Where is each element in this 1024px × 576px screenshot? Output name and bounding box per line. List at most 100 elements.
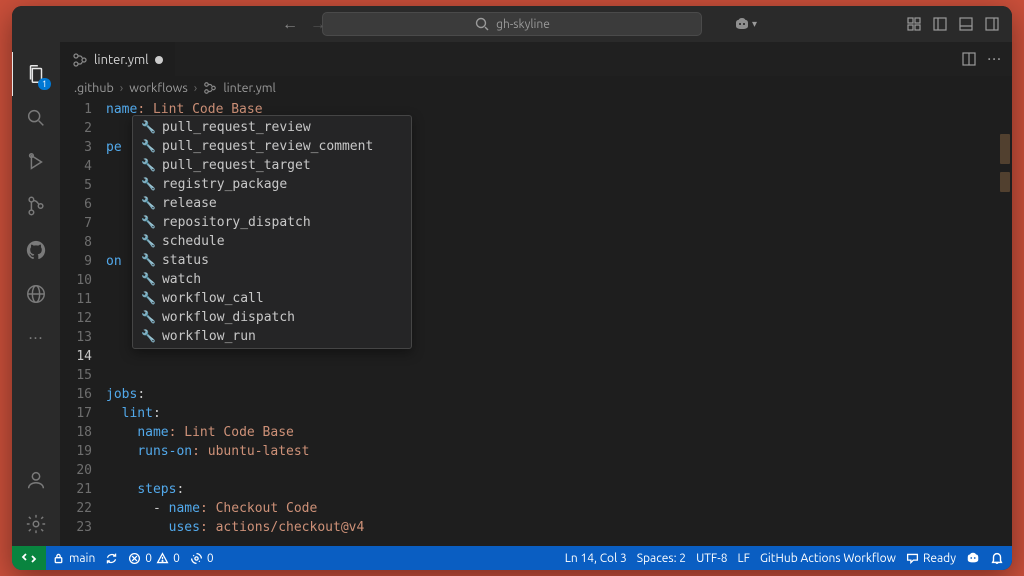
wrench-icon: 🔧 [141, 194, 156, 213]
suggest-item[interactable]: 🔧 workflow_dispatch [133, 308, 411, 327]
suggest-item[interactable]: 🔧 release [133, 194, 411, 213]
encoding-indicator[interactable]: UTF-8 [696, 552, 727, 565]
code-lines[interactable]: name: Lint Code Base pe on jobs: lint: n… [106, 100, 1012, 546]
titlebar: ← → gh-skyline ▾ [12, 6, 1012, 42]
tab-bar: linter.yml ··· [60, 42, 1012, 76]
suggest-label: workflow_run [162, 327, 256, 346]
branch-indicator[interactable]: main [52, 552, 95, 565]
eol-indicator[interactable]: LF [738, 552, 750, 565]
yaml-file-icon [72, 52, 88, 68]
run-debug-icon[interactable] [12, 140, 60, 184]
wrench-icon: 🔧 [141, 327, 156, 346]
nav-back-icon[interactable]: ← [282, 15, 298, 34]
line-gutter: 1234567891011121314151617181920212223 [60, 100, 106, 546]
yaml-file-icon [203, 81, 217, 95]
vscode-window: ← → gh-skyline ▾ 1 [12, 6, 1012, 570]
suggest-label: schedule [162, 232, 225, 251]
sync-indicator[interactable] [105, 552, 118, 565]
search-icon [474, 16, 490, 32]
breadcrumb[interactable]: .github › workflows › linter.yml [60, 76, 1012, 100]
editor-area: linter.yml ··· .github › workflows › lin… [60, 42, 1012, 546]
suggest-item[interactable]: 🔧 status [133, 251, 411, 270]
explorer-badge: 1 [38, 78, 51, 90]
wrench-icon: 🔧 [141, 308, 156, 327]
wrench-icon: 🔧 [141, 232, 156, 251]
ports-icon [190, 552, 203, 565]
suggest-item[interactable]: 🔧 schedule [133, 232, 411, 251]
wrench-icon: 🔧 [141, 289, 156, 308]
cursor-position[interactable]: Ln 14, Col 3 [565, 552, 627, 565]
layout-controls [906, 16, 1000, 32]
suggest-item[interactable]: 🔧 watch [133, 270, 411, 289]
language-mode[interactable]: GitHub Actions Workflow [760, 552, 896, 565]
suggest-label: pull_request_target [162, 156, 311, 175]
copilot-status[interactable]: Ready [906, 552, 956, 565]
chevron-right-icon: › [120, 81, 124, 95]
lock-icon [52, 552, 65, 565]
dirty-indicator-icon [155, 56, 163, 64]
search-icon[interactable] [12, 96, 60, 140]
explorer-icon[interactable]: 1 [12, 52, 59, 96]
activity-bar: 1 ··· [12, 42, 60, 546]
minimap[interactable] [998, 100, 1012, 546]
breadcrumb-part[interactable]: linter.yml [223, 81, 276, 95]
suggest-label: repository_dispatch [162, 213, 311, 232]
settings-gear-icon[interactable] [12, 502, 60, 546]
toggle-primary-sidebar-icon[interactable] [932, 16, 948, 32]
suggest-item[interactable]: 🔧 workflow_run [133, 327, 411, 346]
intellisense-suggest-widget[interactable]: 🔧pull_request_review🔧pull_request_review… [132, 115, 412, 349]
remote-icon [21, 550, 37, 566]
suggest-item[interactable]: 🔧pull_request_review [133, 118, 411, 137]
nav-arrows: ← → [282, 15, 326, 34]
ports-indicator[interactable]: 0 [190, 552, 214, 565]
bell-icon [990, 551, 1004, 565]
accounts-icon[interactable] [12, 458, 60, 502]
copilot-menu[interactable]: ▾ [734, 16, 757, 32]
copilot-status-icon[interactable] [966, 551, 980, 565]
suggest-label: workflow_call [162, 289, 264, 308]
suggest-label: release [162, 194, 217, 213]
suggest-label: watch [162, 270, 201, 289]
status-bar: main 0 0 0 Ln 14, Col 3 Spaces: 2 UTF-8 … [12, 546, 1012, 570]
notifications-icon[interactable] [990, 551, 1004, 565]
chevron-right-icon: › [194, 81, 198, 95]
wrench-icon: 🔧 [141, 118, 156, 137]
split-editor-icon[interactable] [961, 51, 977, 67]
nav-forward-icon[interactable]: → [310, 15, 326, 34]
main-area: 1 ··· [12, 42, 1012, 546]
toggle-secondary-sidebar-icon[interactable] [984, 16, 1000, 32]
suggest-label: status [162, 251, 209, 270]
layout-customize-icon[interactable] [906, 16, 922, 32]
problems-indicator[interactable]: 0 0 [128, 552, 180, 565]
suggest-item[interactable]: 🔧 workflow_call [133, 289, 411, 308]
breadcrumb-part[interactable]: workflows [129, 81, 188, 95]
more-icon[interactable]: ··· [12, 316, 60, 360]
remote-explorer-icon[interactable] [12, 272, 60, 316]
sync-icon [105, 552, 118, 565]
suggest-item[interactable]: 🔧 repository_dispatch [133, 213, 411, 232]
indentation-indicator[interactable]: Spaces: 2 [637, 552, 686, 565]
wrench-icon: 🔧 [141, 156, 156, 175]
tab-more-icon[interactable]: ··· [987, 50, 1002, 68]
github-icon[interactable] [12, 228, 60, 272]
suggest-item[interactable]: 🔧 pull_request_target [133, 156, 411, 175]
suggest-label: pull_request_review_comment [162, 137, 373, 156]
breadcrumb-part[interactable]: .github [74, 81, 114, 95]
wrench-icon: 🔧 [141, 251, 156, 270]
tab-label: linter.yml [94, 53, 149, 67]
wrench-icon: 🔧 [141, 270, 156, 289]
source-control-icon[interactable] [12, 184, 60, 228]
suggest-item[interactable]: 🔧registry_package [133, 175, 411, 194]
tab-linter-yml[interactable]: linter.yml [60, 42, 175, 76]
warning-icon [156, 552, 169, 565]
error-icon [128, 552, 141, 565]
code-editor[interactable]: 1234567891011121314151617181920212223 na… [60, 100, 1012, 546]
suggest-item[interactable]: 🔧pull_request_review_comment [133, 137, 411, 156]
toggle-panel-icon[interactable] [958, 16, 974, 32]
command-center[interactable]: gh-skyline [322, 12, 702, 36]
wrench-icon: 🔧 [141, 175, 156, 194]
suggest-label: workflow_dispatch [162, 308, 295, 327]
remote-indicator[interactable] [12, 546, 46, 570]
command-center-text: gh-skyline [496, 18, 550, 31]
wrench-icon: 🔧 [141, 213, 156, 232]
